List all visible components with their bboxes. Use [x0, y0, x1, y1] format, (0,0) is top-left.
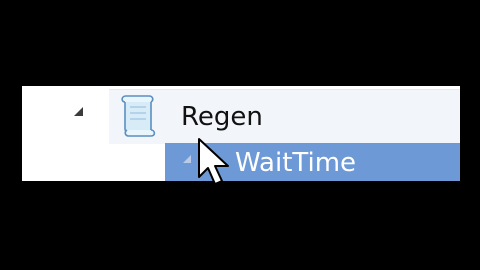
tree-view: Regen WaitTime	[22, 86, 460, 181]
expand-arrow-icon[interactable]	[74, 107, 83, 116]
tree-node-label: WaitTime	[235, 148, 357, 178]
video-frame: Regen WaitTime	[0, 0, 480, 270]
tree-node-label: Regen	[181, 102, 263, 132]
mouse-pointer-icon	[198, 138, 229, 185]
expand-arrow-icon[interactable]	[183, 155, 191, 163]
scroll-icon	[121, 95, 156, 137]
tree-node-regen[interactable]	[109, 89, 460, 144]
